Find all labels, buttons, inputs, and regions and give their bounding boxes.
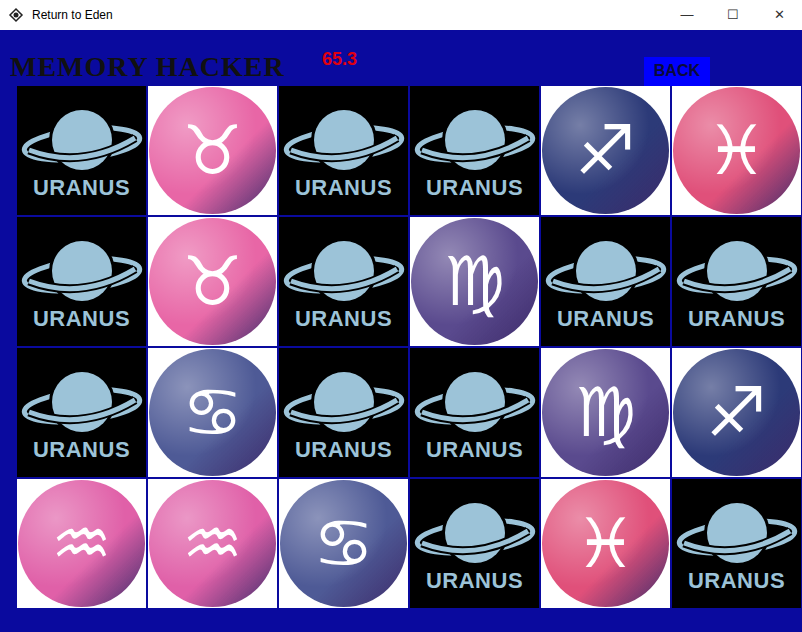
memory-card[interactable]: ♐ bbox=[671, 347, 802, 478]
card-label: URANUS bbox=[295, 176, 392, 200]
card-label: URANUS bbox=[33, 438, 130, 462]
card-label: URANUS bbox=[33, 176, 130, 200]
window-title: Return to Eden bbox=[32, 6, 664, 24]
memory-card[interactable]: ♉ bbox=[147, 216, 278, 347]
card-disc: ♉ bbox=[149, 218, 276, 345]
card-disc: ♋ bbox=[280, 480, 407, 607]
title-bar: Return to Eden—☐✕ bbox=[0, 0, 802, 30]
back-button[interactable]: BACK bbox=[644, 57, 710, 86]
timer: 65.3 bbox=[322, 49, 357, 71]
card-label: URANUS bbox=[295, 438, 392, 462]
memory-card[interactable]: URANUS bbox=[409, 347, 540, 478]
memory-card[interactable]: ♓ bbox=[540, 478, 671, 609]
zodiac-symbol: ♐ bbox=[706, 379, 767, 447]
zodiac-symbol: ♉ bbox=[182, 117, 243, 185]
memory-card[interactable]: ♐ bbox=[540, 85, 671, 216]
memory-card[interactable]: ♒ bbox=[16, 478, 147, 609]
card-label: URANUS bbox=[426, 176, 523, 200]
zodiac-symbol: ♍ bbox=[575, 379, 636, 447]
planet-icon bbox=[283, 235, 405, 307]
zodiac-symbol: ♉ bbox=[182, 248, 243, 316]
planet-icon bbox=[545, 235, 667, 307]
zodiac-symbol: ♍ bbox=[444, 248, 505, 316]
card-label: URANUS bbox=[557, 307, 654, 331]
memory-card[interactable]: URANUS bbox=[671, 478, 802, 609]
planet-icon bbox=[676, 235, 798, 307]
zodiac-symbol: ♋ bbox=[182, 379, 243, 447]
memory-card[interactable]: ♒ bbox=[147, 478, 278, 609]
memory-card[interactable]: URANUS bbox=[278, 216, 409, 347]
zodiac-symbol: ♒ bbox=[182, 510, 243, 578]
card-disc: ♍ bbox=[411, 218, 538, 345]
card-disc: ♉ bbox=[149, 87, 276, 214]
close-button[interactable]: ✕ bbox=[756, 0, 802, 30]
card-disc: ♓ bbox=[542, 480, 669, 607]
card-label: URANUS bbox=[426, 438, 523, 462]
planet-icon bbox=[21, 366, 143, 438]
memory-card[interactable]: URANUS bbox=[409, 85, 540, 216]
zodiac-symbol: ♋ bbox=[313, 510, 374, 578]
planet-icon bbox=[283, 104, 405, 176]
maximize-button[interactable]: ☐ bbox=[710, 0, 756, 30]
game-header: MEMORY HACKER 65.3 BACK bbox=[0, 30, 802, 85]
memory-card[interactable]: URANUS bbox=[671, 216, 802, 347]
memory-card[interactable]: URANUS bbox=[409, 478, 540, 609]
planet-icon bbox=[21, 235, 143, 307]
card-label: URANUS bbox=[688, 569, 785, 593]
planet-icon bbox=[21, 104, 143, 176]
card-label: URANUS bbox=[33, 307, 130, 331]
memory-card[interactable]: URANUS bbox=[16, 216, 147, 347]
app-icon bbox=[8, 7, 24, 23]
card-disc: ♍ bbox=[542, 349, 669, 476]
memory-card[interactable]: ♋ bbox=[278, 478, 409, 609]
zodiac-symbol: ♒ bbox=[51, 510, 112, 578]
minimize-button[interactable]: — bbox=[664, 0, 710, 30]
card-disc: ♓ bbox=[673, 87, 800, 214]
card-label: URANUS bbox=[426, 569, 523, 593]
zodiac-symbol: ♓ bbox=[575, 510, 636, 578]
game-title: MEMORY HACKER bbox=[10, 50, 310, 84]
planet-icon bbox=[414, 497, 536, 569]
memory-card[interactable]: ♓ bbox=[671, 85, 802, 216]
planet-icon bbox=[414, 366, 536, 438]
planet-icon bbox=[283, 366, 405, 438]
memory-card[interactable]: URANUS bbox=[278, 347, 409, 478]
memory-card[interactable]: ♍ bbox=[540, 347, 671, 478]
memory-card[interactable]: URANUS bbox=[540, 216, 671, 347]
card-disc: ♐ bbox=[673, 349, 800, 476]
memory-card[interactable]: URANUS bbox=[16, 85, 147, 216]
card-disc: ♐ bbox=[542, 87, 669, 214]
zodiac-symbol: ♐ bbox=[575, 117, 636, 185]
memory-card[interactable]: ♉ bbox=[147, 85, 278, 216]
card-disc: ♒ bbox=[18, 480, 145, 607]
memory-card[interactable]: ♍ bbox=[409, 216, 540, 347]
card-disc: ♋ bbox=[149, 349, 276, 476]
card-label: URANUS bbox=[295, 307, 392, 331]
planet-icon bbox=[414, 104, 536, 176]
card-grid: URANUS ♉ URANUS URANUS ♐ ♓ URANUS ♉ URANUS ♍ URANU… bbox=[16, 85, 802, 609]
zodiac-symbol: ♓ bbox=[706, 117, 767, 185]
memory-card[interactable]: ♋ bbox=[147, 347, 278, 478]
planet-icon bbox=[676, 497, 798, 569]
card-label: URANUS bbox=[688, 307, 785, 331]
memory-card[interactable]: URANUS bbox=[16, 347, 147, 478]
memory-card[interactable]: URANUS bbox=[278, 85, 409, 216]
card-disc: ♒ bbox=[149, 480, 276, 607]
